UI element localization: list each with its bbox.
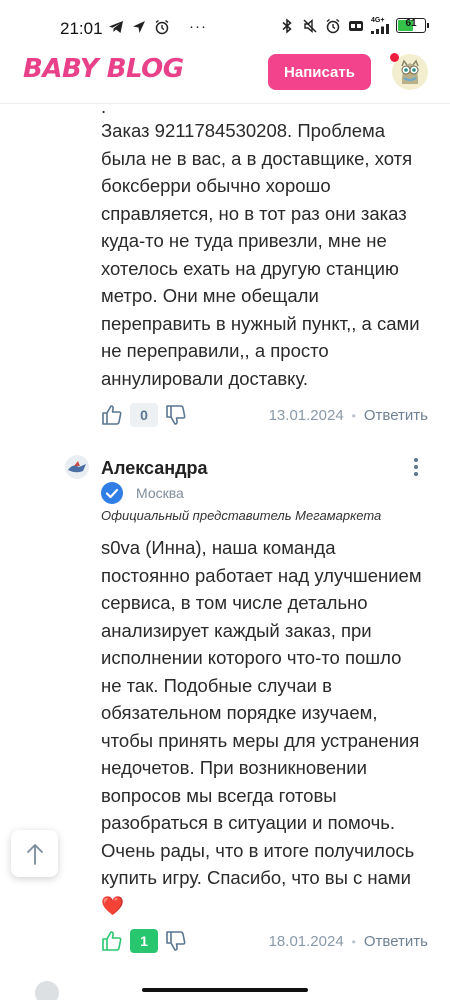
comment-line: Очень рады, что в итоге получилось bbox=[101, 839, 415, 861]
comment-rating: 1 bbox=[100, 929, 188, 953]
comment-line: переправить в нужный пункт,, а сами bbox=[101, 312, 420, 334]
status-left-icons: ··· bbox=[108, 18, 207, 35]
thumbs-up-icon[interactable] bbox=[100, 929, 124, 953]
scroll-to-top-button[interactable] bbox=[11, 830, 58, 877]
alarm-icon bbox=[155, 19, 169, 34]
verified-badge-icon bbox=[101, 482, 123, 504]
official-representative-label: Официальный представитель Мегамаркета bbox=[101, 508, 382, 523]
comment-line: метро. Они мне обещали bbox=[101, 285, 319, 306]
comment-line: была не в вас, а в доставщике, хотя bbox=[101, 147, 413, 169]
comment-line: куда-то не туда привезли, мне не bbox=[101, 230, 387, 251]
mute-icon bbox=[303, 18, 317, 33]
comment-line: разобраться в ситуации и помочь. bbox=[101, 812, 395, 833]
thumbs-down-icon[interactable] bbox=[164, 403, 188, 427]
thumbs-up-icon[interactable] bbox=[100, 403, 124, 427]
comment-line: не переправили,, а просто bbox=[101, 340, 329, 361]
comment-line: Заказ 9211784530208. Проблема bbox=[101, 120, 386, 141]
author-avatar[interactable] bbox=[65, 455, 89, 479]
write-button[interactable]: Написать bbox=[268, 54, 371, 90]
network-indicator: 4G+ bbox=[371, 17, 389, 34]
comment-line: сервиса, в том числе детально bbox=[101, 592, 368, 613]
comment-line: справляется, но в тот раз они заказ bbox=[101, 202, 407, 224]
battery-cap bbox=[427, 23, 429, 28]
comment-line: аннулировали доставку. bbox=[101, 367, 309, 389]
author-avatar-image bbox=[65, 455, 89, 479]
network-label: 4G+ bbox=[371, 17, 385, 24]
comment-line: хотелось ехать на другую станцию bbox=[101, 257, 399, 279]
comment-line: чтобы принять меры для устранения bbox=[101, 729, 420, 751]
battery-icon: 61 bbox=[396, 18, 429, 33]
reply-link[interactable]: Ответить bbox=[364, 407, 428, 424]
next-comment-avatar bbox=[35, 981, 59, 1000]
user-avatar[interactable] bbox=[390, 53, 428, 90]
comment-meta: 13.01.2024 • Ответить bbox=[269, 407, 428, 424]
battery-level: 61 bbox=[405, 18, 417, 29]
comment-date: 18.01.2024 bbox=[268, 933, 344, 950]
alarm-icon bbox=[326, 18, 340, 33]
status-time: 21:01 bbox=[60, 19, 103, 38]
heart-emoji: ❤️ bbox=[101, 894, 125, 916]
comment-line: боксберри обычно хорошо bbox=[101, 175, 331, 196]
comment-line: s0va (Инна), наша команда bbox=[101, 537, 336, 558]
reply-link[interactable]: Ответить bbox=[364, 933, 428, 950]
arrow-up-icon bbox=[26, 843, 43, 865]
home-indicator[interactable] bbox=[142, 988, 308, 992]
author-name[interactable]: Александра bbox=[101, 458, 208, 479]
status-bar: 21:01 ··· 4G+ 61 bbox=[0, 0, 450, 44]
telegram-icon bbox=[109, 20, 123, 33]
comment-body: Заказ 9211784530208. Проблема была не в … bbox=[101, 117, 431, 392]
meta-separator: • bbox=[351, 934, 356, 949]
thumbs-down-icon[interactable] bbox=[164, 929, 188, 953]
comment-line: недочетов. При возникновении bbox=[101, 757, 367, 778]
like-count: 1 bbox=[130, 929, 158, 953]
meta-separator: • bbox=[351, 408, 356, 423]
comment-body: s0va (Инна), наша команда постоянно рабо… bbox=[101, 534, 431, 919]
comment-line: анализирует каждый заказ, при bbox=[101, 619, 372, 641]
comment-rating: 0 bbox=[100, 403, 188, 427]
bluetooth-icon bbox=[282, 17, 292, 34]
site-logo[interactable]: BABY BLOG bbox=[23, 54, 184, 84]
comment-line: купить игру. Спасибо, что вы с нами bbox=[101, 867, 411, 888]
volte-icon bbox=[349, 20, 363, 31]
notification-dot bbox=[390, 53, 399, 62]
comment-line: постоянно работает над улучшением bbox=[101, 564, 422, 586]
comment-date: 13.01.2024 bbox=[268, 407, 344, 424]
author-city: Москва bbox=[136, 485, 184, 501]
location-icon bbox=[133, 20, 145, 33]
comment-line: вопросов мы всегда готовы bbox=[101, 784, 337, 806]
status-right-icons: 4G+ 61 bbox=[279, 17, 429, 34]
comment-line: не так. Подобные случаи в bbox=[101, 674, 332, 696]
like-count: 0 bbox=[130, 403, 158, 427]
comment-line: обязательном порядке изучаем, bbox=[101, 702, 378, 723]
signal-icon bbox=[371, 24, 389, 34]
more-options-icon[interactable] bbox=[410, 456, 422, 478]
comment-line: исполнении которого что-то пошло bbox=[101, 647, 402, 668]
comment-meta: 18.01.2024 • Ответить bbox=[269, 933, 428, 950]
status-ellipsis: ··· bbox=[189, 18, 207, 35]
